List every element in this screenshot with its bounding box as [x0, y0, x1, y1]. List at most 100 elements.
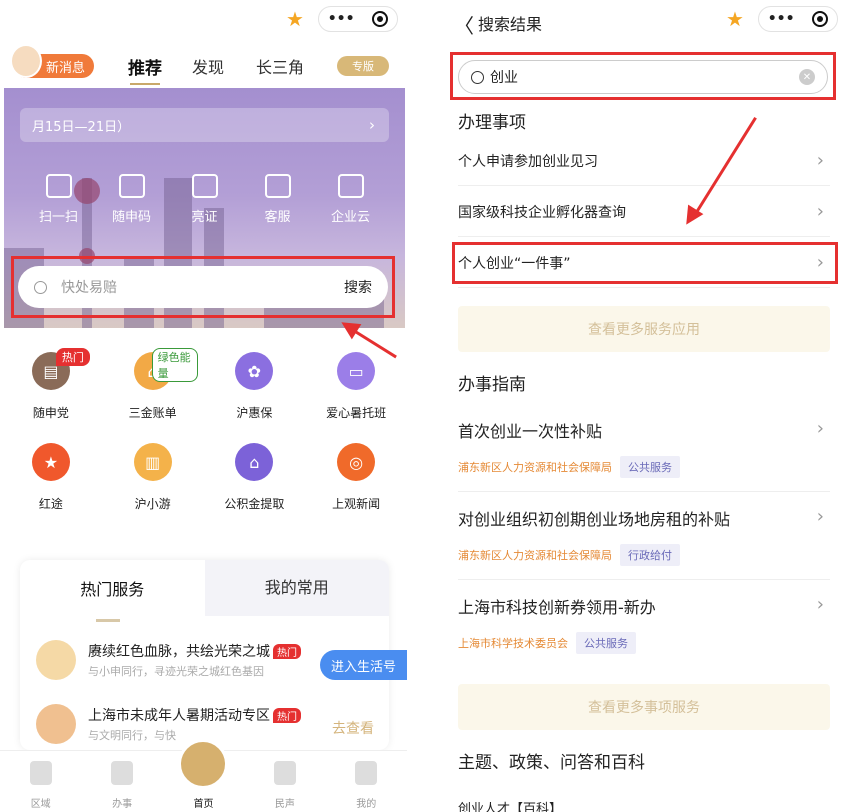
more-affairs-button[interactable]: 查看更多事项服务 [458, 684, 830, 730]
tab-hot-services[interactable]: 热门服务 [20, 576, 205, 622]
service-huxiaoyou[interactable]: ▥ 沪小游 [108, 443, 198, 512]
star-icon[interactable]: ★ [286, 7, 304, 31]
quick-enterprise-cloud[interactable]: 企业云 [321, 174, 381, 225]
quick-show-license[interactable]: 亮证 [175, 174, 235, 225]
capsule-box: ••• [757, 6, 838, 32]
quick-label: 企业云 [330, 210, 370, 225]
ring-icon: ◎ [337, 443, 376, 481]
tabbar-label: 办事 [112, 799, 133, 810]
tab-yangtze-delta[interactable]: 长三角 [256, 54, 304, 78]
item-title-row: 上海市未成年人暑期活动专区 热门 [88, 705, 301, 725]
item-subtitle: 与小申同行，寻迹光荣之城红色基因 [88, 665, 264, 678]
tabbar-affairs[interactable]: 办事 [87, 751, 157, 812]
chevron-right-icon: › [816, 201, 824, 222]
avatar [36, 704, 76, 744]
tabbar-voice[interactable]: 民声 [250, 751, 320, 812]
new-message-label: 新消息 [45, 60, 85, 76]
close-icon[interactable] [812, 11, 829, 27]
chevron-right-icon: › [369, 116, 375, 134]
star-icon[interactable]: ★ [726, 7, 744, 31]
guide-org: 浦东新区人力资源和社会保障局 [458, 461, 612, 474]
section-title-guide: 办事指南 [458, 375, 526, 395]
service-summer-care[interactable]: ▭ 爱心暑托班 [311, 352, 401, 421]
bottom-tabbar: 区域 办事 首页 民声 我的 [0, 739, 407, 812]
home-tower-icon[interactable] [178, 739, 228, 789]
tabbar-label: 区域 [30, 799, 51, 810]
topic-row[interactable]: 创业人才【百科】 [458, 782, 830, 812]
service-label: 随申党 [32, 406, 69, 420]
hot-tabs: 热门服务 我的常用 [20, 560, 389, 622]
capsule-box: ••• [317, 6, 398, 32]
section-title-topics: 主题、政策、问答和百科 [458, 753, 645, 773]
service-grid: ▤ 热门 随申党 ⌂ 绿色能量 三金账单 ✿ 沪惠保 ▭ 爱心暑托班 [0, 348, 407, 534]
tab-discover[interactable]: 发现 [192, 54, 224, 78]
guide-item[interactable]: 对创业组织初创期创业场地房租的补贴 浦东新区人力资源和社会保障局 行政给付 › [458, 506, 830, 580]
chevron-right-icon: › [816, 150, 824, 171]
service-sanjin-bill[interactable]: ⌂ 绿色能量 三金账单 [108, 348, 198, 421]
headset-icon [264, 174, 291, 198]
quick-label: 亮证 [191, 210, 218, 225]
guide-tag: 公共服务 [620, 456, 680, 478]
tab-recommend[interactable]: 推荐 [128, 54, 162, 85]
highlight-box [11, 256, 395, 318]
gate-icon [29, 761, 52, 785]
guide-item[interactable]: 上海市科技创新券领用-新办 上海市科学技术委员会 公共服务 › [458, 594, 830, 668]
ticket-icon: ▭ [337, 352, 376, 390]
guide-title: 首次创业一次性补贴 [458, 422, 603, 441]
new-message-button[interactable]: 新消息 [10, 44, 94, 78]
avatar [36, 640, 76, 680]
back-icon[interactable]: 〈 [454, 10, 474, 39]
guide-tag: 公共服务 [576, 632, 636, 654]
left-panel: ★ ••• 新消息 推荐 发现 长三角 专版 月15日—21日） › 扫一扫 随… [0, 0, 407, 812]
tabbar-mine[interactable]: 我的 [331, 751, 401, 812]
service-label: 上观新闻 [332, 497, 381, 511]
service-suishendang[interactable]: ▤ 热门 随申党 [6, 348, 96, 421]
quick-scan[interactable]: 扫一扫 [29, 174, 89, 225]
star-red-icon: ★ [31, 443, 70, 481]
more-icon[interactable]: ••• [328, 11, 355, 27]
hot-tag: 热门 [273, 707, 301, 723]
quick-customer-service[interactable]: 客服 [248, 174, 308, 225]
go-view-link[interactable]: 去查看 [332, 718, 374, 738]
topic-label: 创业人才【百科】 [458, 801, 563, 812]
quick-label: 客服 [264, 210, 291, 225]
green-energy-badge: 绿色能量 [151, 348, 198, 382]
week-calendar-bar[interactable]: 月15日—21日） › [20, 108, 389, 142]
special-edition-button[interactable]: 专版 [337, 56, 389, 76]
quick-actions: 扫一扫 随申码 亮证 客服 企业云 [4, 174, 405, 225]
tabbar-label: 我的 [356, 799, 377, 810]
affair-label: 国家级科技企业孵化器查询 [458, 204, 626, 221]
mini-program-capsule: ★ ••• [286, 6, 398, 32]
tabbar-region[interactable]: 区域 [6, 751, 76, 812]
qr-code-icon [118, 174, 145, 198]
guide-item[interactable]: 首次创业一次性补贴 浦东新区人力资源和社会保障局 公共服务 › [458, 418, 830, 492]
service-huhuibao[interactable]: ✿ 沪惠保 [209, 352, 299, 421]
item-text: 上海市未成年人暑期活动专区 热门 与文明同行，与快 [88, 705, 301, 743]
guide-title: 对创业组织初创期创业场地房租的补贴 [458, 510, 731, 529]
guide-tag: 行政给付 [620, 544, 680, 566]
service-shangguan-news[interactable]: ◎ 上观新闻 [311, 443, 401, 512]
affair-row[interactable]: 个人申请参加创业见习 › [458, 136, 830, 186]
tab-my-frequent[interactable]: 我的常用 [204, 560, 389, 616]
tabbar-label: 民声 [274, 799, 295, 810]
chevron-right-icon: › [816, 594, 824, 615]
page: ★ ••• 新消息 推荐 发现 长三角 专版 月15日—21日） › 扫一扫 随… [0, 0, 852, 812]
house-coin-icon: ⌂ [235, 443, 274, 481]
service-hongtu[interactable]: ★ 红途 [6, 443, 96, 512]
highlight-box [450, 52, 836, 100]
quick-health-code[interactable]: 随申码 [102, 174, 162, 225]
more-icon[interactable]: ••• [768, 11, 795, 27]
item-title: 上海市未成年人暑期活动专区 [88, 708, 270, 724]
enter-life-account-button[interactable]: 进入生活号 [320, 650, 407, 680]
affair-label: 个人申请参加创业见习 [458, 153, 598, 170]
more-apps-button[interactable]: 查看更多服务应用 [458, 306, 830, 352]
tabbar-label: 首页 [193, 799, 214, 810]
chevron-right-icon: › [816, 418, 824, 439]
grid-row: ▤ 热门 随申党 ⌂ 绿色能量 三金账单 ✿ 沪惠保 ▭ 爱心暑托班 [0, 348, 407, 421]
affair-row[interactable]: 国家级科技企业孵化器查询 › [458, 187, 830, 237]
scan-icon [45, 174, 72, 198]
service-housing-fund[interactable]: ⌂ 公积金提取 [209, 443, 299, 512]
close-icon[interactable] [372, 11, 389, 27]
guide-meta: 浦东新区人力资源和社会保障局 公共服务 [458, 456, 830, 478]
mini-program-capsule: ★ ••• [726, 6, 838, 32]
